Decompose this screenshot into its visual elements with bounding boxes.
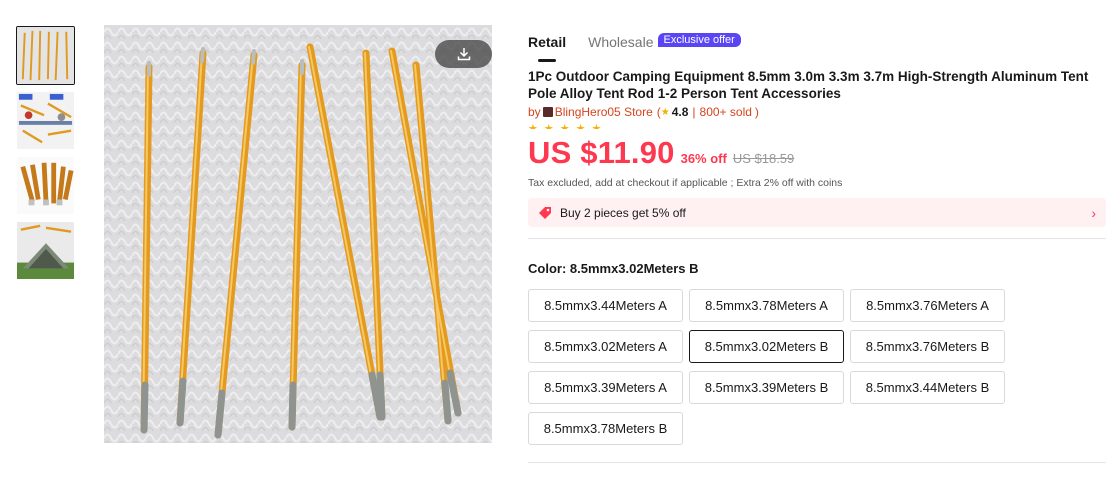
download-icon — [457, 48, 470, 61]
color-option[interactable]: 8.5mmx3.39Meters A — [528, 371, 683, 404]
thumbnail-3-image — [17, 157, 74, 214]
review-stars-row: ★ ★ ★ ★ ★ — [528, 122, 1106, 129]
promo-banner[interactable]: Buy 2 pieces get 5% off › — [528, 198, 1106, 227]
thumbnail-4[interactable] — [16, 221, 75, 280]
color-option[interactable]: 8.5mmx3.44Meters B — [850, 371, 1005, 404]
color-option[interactable]: 8.5mmx3.78Meters B — [528, 412, 683, 445]
color-option[interactable]: 8.5mmx3.78Meters A — [689, 289, 844, 322]
current-price: US $11.90 — [528, 135, 675, 170]
original-price: US $18.59 — [732, 151, 795, 166]
tent-poles-image — [104, 25, 492, 443]
download-button[interactable] — [435, 40, 492, 68]
thumbnail-1-image — [17, 27, 74, 84]
price-row: US $11.90 36% off US $18.59 — [528, 135, 1106, 171]
store-name-link[interactable]: BlingHero05 Store — [555, 105, 653, 119]
star-icon: ★ — [528, 123, 538, 129]
store-line: by BlingHero05 Store ( ★ 4.8 | 800+ sold… — [528, 105, 759, 119]
thumbnail-2-image — [17, 92, 74, 149]
color-option[interactable]: 8.5mmx3.44Meters A — [528, 289, 683, 322]
exclusive-offer-badge: Exclusive offer — [657, 33, 741, 47]
color-option[interactable]: 8.5mmx3.02Meters A — [528, 330, 683, 363]
discount-percent: 36% off — [680, 151, 727, 166]
chevron-right-icon: › — [1091, 204, 1096, 221]
star-icon: ★ — [660, 106, 670, 118]
store-rating: 4.8 — [671, 105, 689, 119]
purchase-type-tabs: Retail Wholesale Exclusive offer — [528, 26, 1106, 62]
star-icon: ★ — [591, 123, 602, 129]
color-option[interactable]: 8.5mmx3.02Meters B — [689, 330, 844, 363]
color-options: 8.5mmx3.44Meters A 8.5mmx3.78Meters A 8.5m… — [528, 289, 1028, 453]
star-icon: ★ — [559, 123, 570, 129]
sold-count: 800+ sold — [699, 105, 752, 119]
star-icon: ★ — [575, 123, 586, 129]
tab-retail[interactable]: Retail — [528, 34, 566, 62]
thumbnail-2[interactable] — [16, 91, 75, 150]
color-option[interactable]: 8.5mmx3.76Meters A — [850, 289, 1005, 322]
main-product-image[interactable] — [104, 25, 492, 443]
tax-note: Tax excluded, add at checkout if applica… — [528, 177, 843, 189]
tag-icon — [539, 206, 551, 219]
thumbnail-1[interactable] — [16, 26, 75, 85]
product-title: 1Pc Outdoor Camping Equipment 8.5mm 3.0m… — [528, 69, 1089, 101]
divider — [528, 238, 1106, 239]
thumbnail-list — [16, 26, 75, 286]
product-info-panel: Retail Wholesale Exclusive offer 1Pc Out… — [528, 26, 1106, 453]
thumbnail-4-image — [17, 222, 74, 279]
color-option[interactable]: 8.5mmx3.76Meters B — [850, 330, 1005, 363]
store-icon — [542, 107, 553, 117]
by-label: by — [528, 105, 541, 119]
promo-text: Buy 2 pieces get 5% off — [560, 205, 686, 220]
color-option[interactable]: 8.5mmx3.39Meters B — [689, 371, 844, 404]
color-label: Color: 8.5mmx3.02Meters B — [528, 261, 699, 276]
star-icon: ★ — [543, 123, 554, 129]
divider — [528, 462, 1106, 463]
thumbnail-3[interactable] — [16, 156, 75, 215]
tab-wholesale[interactable]: Wholesale — [588, 34, 653, 50]
